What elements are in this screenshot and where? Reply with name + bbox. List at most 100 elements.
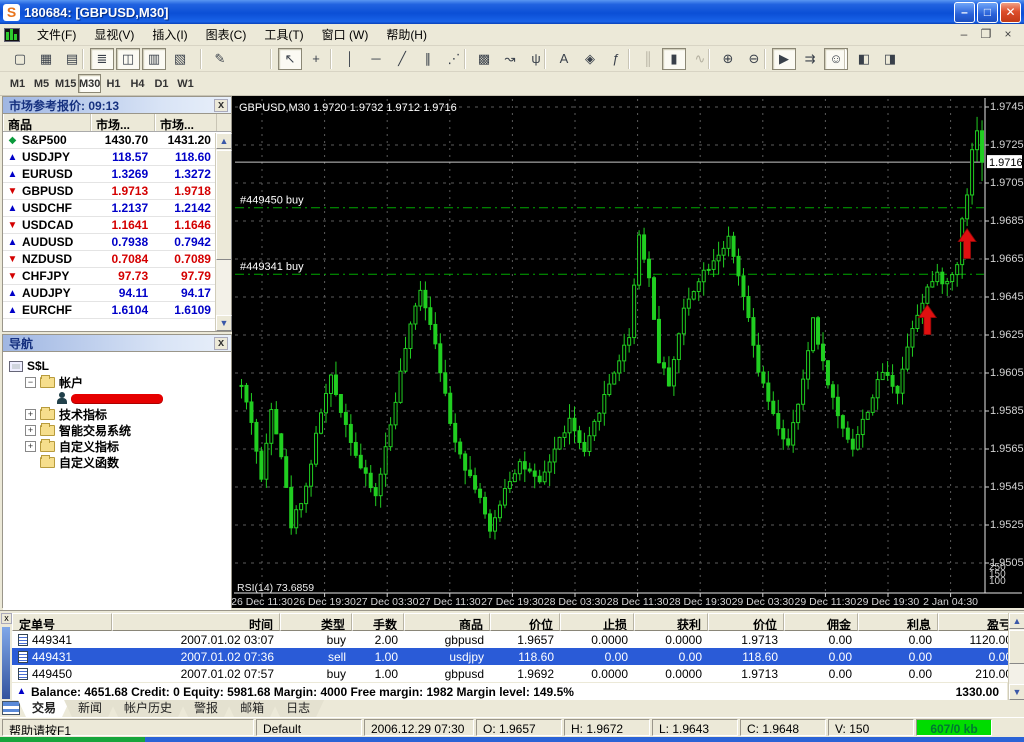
menu-item-4[interactable]: 工具(T) xyxy=(255,23,312,46)
chart-canvas[interactable]: #449450 buy#449341 buy1.97451.97251.9705… xyxy=(232,96,1024,608)
grid-tool-icon[interactable]: ▩ xyxy=(472,48,496,70)
expand-icon[interactable]: + xyxy=(25,425,36,436)
market-watch-column-1[interactable]: 市场... xyxy=(91,114,155,131)
quote-row-audusd[interactable]: ▲AUDUSD0.79380.7942 xyxy=(3,234,215,251)
zoom-in-icon[interactable]: ⊕ xyxy=(716,48,740,70)
expand-icon[interactable]: + xyxy=(25,409,36,420)
cursor-icon[interactable]: ↖ xyxy=(278,48,302,70)
shapes-tool-icon[interactable]: ◈ xyxy=(578,48,602,70)
quote-row-usdchf[interactable]: ▲USDCHF1.21371.2142 xyxy=(3,200,215,217)
quote-row-gbpusd[interactable]: ▼GBPUSD1.97131.9718 xyxy=(3,183,215,200)
scroll-thumb[interactable] xyxy=(216,150,232,260)
scroll-thumb[interactable] xyxy=(1009,630,1024,664)
nav-item-自定义函数[interactable]: 自定义函数 xyxy=(3,454,231,470)
terminal-grip[interactable] xyxy=(2,627,10,699)
vertical-line-icon[interactable]: │ xyxy=(338,48,362,70)
quote-row-eurusd[interactable]: ▲EURUSD1.32691.3272 xyxy=(3,166,215,183)
nav-item-智能交易系统[interactable]: +智能交易系统 xyxy=(3,422,231,438)
profiles-icon[interactable]: ◧ xyxy=(852,48,876,70)
fibonacci-icon[interactable]: ⋰ xyxy=(442,48,466,70)
market-watch-scrollbar[interactable]: ▲ ▼ xyxy=(215,133,231,331)
menu-item-2[interactable]: 插入(I) xyxy=(143,23,196,46)
menu-item-1[interactable]: 显视(V) xyxy=(85,23,143,46)
timeframe-d1[interactable]: D1 xyxy=(150,74,173,93)
channel-icon[interactable]: ∥ xyxy=(416,48,440,70)
new-chart-icon[interactable]: ▢ xyxy=(8,48,32,70)
quote-row-s&p500[interactable]: ◆S&P5001430.701431.20 xyxy=(3,132,215,149)
orders-column-9[interactable]: 佣金 xyxy=(784,613,858,631)
timeframe-h1[interactable]: H1 xyxy=(102,74,125,93)
scroll-up-icon[interactable]: ▲ xyxy=(1009,613,1024,629)
menu-item-5[interactable]: 窗口 (W) xyxy=(313,23,378,46)
minimize-button[interactable]: – xyxy=(954,2,975,23)
nav-item-自定义指标[interactable]: +自定义指标 xyxy=(3,438,231,454)
quote-row-audjpy[interactable]: ▲AUDJPY94.1194.17 xyxy=(3,285,215,302)
nav-item-技术指标[interactable]: +技术指标 xyxy=(3,406,231,422)
orders-column-0[interactable]: 定单号 xyxy=(12,613,112,631)
market-watch-close-icon[interactable]: x xyxy=(214,99,228,112)
mdi-restore-button[interactable]: ❐ xyxy=(978,28,994,42)
auto-scroll-icon[interactable]: ▶ xyxy=(772,48,796,70)
market-watch-caption[interactable]: 市场参考报价: 09:13 x xyxy=(3,97,231,114)
indicators-icon[interactable]: ƒ xyxy=(604,48,628,70)
save-profile-icon[interactable]: ▦ xyxy=(34,48,58,70)
collapse-icon[interactable]: − xyxy=(25,377,36,388)
meta-editor-icon[interactable]: ✎ xyxy=(208,48,232,70)
terminal-toggle-icon[interactable]: ▥ xyxy=(142,48,166,70)
zoom-out-icon[interactable]: ⊖ xyxy=(742,48,766,70)
navigator-caption[interactable]: 导航 x xyxy=(3,335,231,352)
quote-row-chfjpy[interactable]: ▼CHFJPY97.7397.79 xyxy=(3,268,215,285)
tab-交易[interactable]: 交易 xyxy=(18,700,70,717)
trendline-icon[interactable]: ╱ xyxy=(390,48,414,70)
navigator-toggle-icon[interactable]: ◫ xyxy=(116,48,140,70)
order-row-449341[interactable]: 4493412007.01.02 03:07buy2.00gbpusd1.965… xyxy=(12,631,1018,648)
quote-row-usdcad[interactable]: ▼USDCAD1.16411.1646 xyxy=(3,217,215,234)
timeframe-w1[interactable]: W1 xyxy=(174,74,197,93)
crosshair-icon[interactable]: + xyxy=(304,48,328,70)
mdi-close-button[interactable]: × xyxy=(1000,28,1016,42)
mdi-minimize-button[interactable]: – xyxy=(956,28,972,42)
orders-column-5[interactable]: 价位 xyxy=(490,613,560,631)
timeframe-h4[interactable]: H4 xyxy=(126,74,149,93)
order-row-449450[interactable]: 4494502007.01.02 07:57buy1.00gbpusd1.969… xyxy=(12,665,1018,682)
arrow-tool-icon[interactable]: ↝ xyxy=(498,48,522,70)
candlestick-chart-icon[interactable]: ▮ xyxy=(662,48,686,70)
market-watch-toggle-icon[interactable]: ≣ xyxy=(90,48,114,70)
text-tool-icon[interactable]: A xyxy=(552,48,576,70)
timeframe-m1[interactable]: M1 xyxy=(6,74,29,93)
nav-item-account-redacted[interactable] xyxy=(3,390,231,406)
scroll-down-icon[interactable]: ▼ xyxy=(1009,684,1024,700)
templates-icon[interactable]: ◨ xyxy=(878,48,902,70)
orders-column-3[interactable]: 手数 xyxy=(352,613,404,631)
orders-column-1[interactable]: 时间 xyxy=(112,613,280,631)
nav-item-S$L[interactable]: S$L xyxy=(3,358,231,374)
orders-column-11[interactable]: 盈亏 xyxy=(938,613,1018,631)
tab-日志[interactable]: 日志 xyxy=(272,700,324,717)
horizontal-line-icon[interactable]: ─ xyxy=(364,48,388,70)
tab-邮箱[interactable]: 邮箱 xyxy=(226,700,278,717)
timeframe-m5[interactable]: M5 xyxy=(30,74,53,93)
market-watch-column-0[interactable]: 商品 xyxy=(3,114,91,131)
navigator-close-icon[interactable]: x xyxy=(214,337,228,350)
quote-row-usdjpy[interactable]: ▲USDJPY118.57118.60 xyxy=(3,149,215,166)
scroll-up-icon[interactable]: ▲ xyxy=(216,133,232,149)
market-watch-column-2[interactable]: 市场... xyxy=(155,114,217,131)
terminal-close-icon[interactable]: x xyxy=(1,613,12,624)
orders-column-10[interactable]: 利息 xyxy=(858,613,938,631)
orders-column-8[interactable]: 价位 xyxy=(708,613,784,631)
maximize-button[interactable]: □ xyxy=(977,2,998,23)
orders-column-4[interactable]: 商品 xyxy=(404,613,490,631)
new-order-icon[interactable]: ▧ xyxy=(168,48,192,70)
quote-row-eurchf[interactable]: ▲EURCHF1.61041.6109 xyxy=(3,302,215,319)
orders-column-6[interactable]: 止损 xyxy=(560,613,634,631)
tab-警报[interactable]: 警报 xyxy=(180,700,232,717)
chart-shift-icon[interactable]: ⇉ xyxy=(798,48,822,70)
menu-item-3[interactable]: 图表(C) xyxy=(197,23,256,46)
print-icon[interactable]: ▤ xyxy=(60,48,84,70)
timeframe-m30[interactable]: M30 xyxy=(78,74,101,93)
scroll-down-icon[interactable]: ▼ xyxy=(216,315,232,331)
order-row-449431[interactable]: 4494312007.01.02 07:36sell1.00usdjpy118.… xyxy=(12,648,1018,665)
expand-icon[interactable]: + xyxy=(25,441,36,452)
menu-item-0[interactable]: 文件(F) xyxy=(28,23,85,46)
close-button[interactable]: ✕ xyxy=(1000,2,1021,23)
